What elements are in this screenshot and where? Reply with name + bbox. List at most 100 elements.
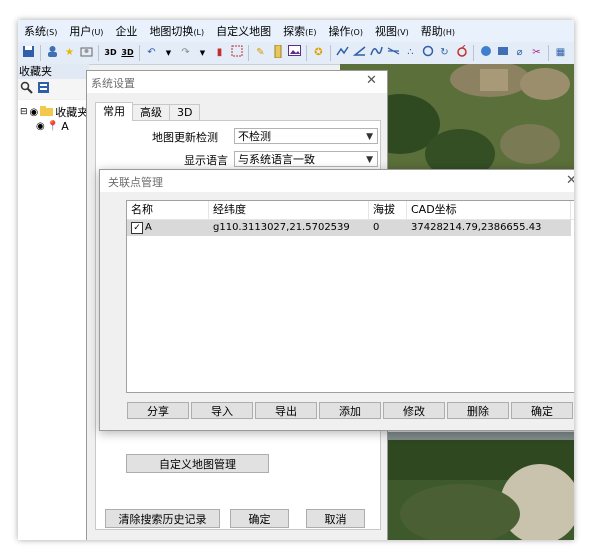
dialog-title: 关联点管理 (108, 176, 163, 189)
toolbar-separator (306, 45, 307, 61)
rotate-icon[interactable]: ↻ (437, 45, 452, 61)
toolbar-separator (330, 45, 331, 61)
star-icon[interactable]: ★ (62, 45, 77, 61)
language-value: 与系统语言一致 (238, 153, 315, 166)
pin-icon: 📍 (46, 121, 60, 132)
tree-root[interactable]: ⊟ ◉ 收藏夹 (20, 104, 88, 120)
select-rect-icon[interactable] (229, 45, 244, 61)
app-window: 系统(S) 用户(U) 企业 地图切换(L) 自定义地图 探索(E) 操作(O)… (18, 20, 574, 540)
map-update-label: 地图更新检测 (152, 131, 218, 144)
close-icon[interactable]: ✕ (566, 173, 574, 188)
favorites-panel-tools (18, 79, 90, 99)
column-name[interactable]: 名称 (127, 201, 209, 219)
chart-icon[interactable]: ▦ (553, 45, 568, 61)
group-icon[interactable] (79, 45, 94, 61)
folder-icon (40, 105, 54, 119)
list-header: 名称 经纬度 海拔 CAD坐标 (127, 201, 574, 220)
column-cad[interactable]: CAD坐标 (407, 201, 571, 219)
row-checkbox[interactable]: ✓ (131, 222, 143, 234)
delete-icon[interactable]: ▮ (212, 45, 227, 61)
menu-explore[interactable]: 探索(E) (277, 23, 322, 39)
chevron-down-icon: ▼ (366, 132, 373, 142)
polyline-icon[interactable] (335, 45, 350, 61)
menu-operation[interactable]: 操作(O) (322, 23, 369, 39)
toolbar-separator (40, 45, 41, 61)
system-settings-titlebar: 系统设置 ✕ (87, 71, 387, 93)
image-icon[interactable] (287, 45, 302, 61)
menu-system[interactable]: 系统(S) (18, 23, 63, 39)
search-icon[interactable] (20, 81, 33, 97)
row-cad: 37428214.79,2386655.43 (411, 222, 542, 233)
tree-item-label: A (61, 120, 69, 133)
menu-map-switch[interactable]: 地图切换(L) (143, 23, 210, 39)
toolbar-separator (248, 45, 249, 61)
layers-icon[interactable] (37, 81, 50, 97)
eye-icon[interactable]: ◉ (36, 121, 45, 132)
map-update-value: 不检测 (238, 130, 271, 143)
language-select[interactable]: 与系统语言一致 ▼ (234, 151, 378, 167)
edit-button[interactable]: 修改 (383, 402, 445, 419)
user-icon[interactable] (45, 45, 60, 61)
toolbar: ★ 3D 3D ↶ ▼ ↷ ▼ ▮ ✎ ✪ ∴ ↻ ⌀ ✂ ▦ (18, 42, 574, 65)
clear-history-button[interactable]: 清除搜索历史记录 (105, 509, 220, 528)
circle-icon[interactable] (420, 45, 435, 61)
confirm-button[interactable]: 确定 (511, 402, 573, 419)
add-button[interactable]: 添加 (319, 402, 381, 419)
pencil-icon[interactable]: ✎ (253, 45, 268, 61)
tree-item[interactable]: ◉ 📍 A (36, 120, 69, 133)
tree-root-label: 收藏夹 (55, 106, 89, 119)
custom-map-manage-button[interactable]: 自定义地图管理 (126, 454, 269, 473)
menu-view[interactable]: 视图(V) (369, 23, 415, 39)
language-label: 显示语言 (184, 154, 228, 167)
tab-3d[interactable]: 3D (169, 104, 201, 121)
menu-help[interactable]: 帮助(H) (415, 23, 461, 39)
menu-user[interactable]: 用户(U) (63, 23, 109, 39)
marker-icon[interactable]: ✪ (311, 45, 326, 61)
eye-icon[interactable]: ◉ (30, 107, 39, 118)
favorites-tree: ⊟ ◉ 收藏夹 ◉ 📍 A (18, 100, 88, 540)
3d-layers-icon[interactable]: 3D (120, 45, 135, 61)
globe-icon[interactable] (478, 45, 493, 61)
menu-custom-map[interactable]: 自定义地图 (210, 23, 277, 39)
column-altitude[interactable]: 海拔 (369, 201, 407, 219)
related-points-titlebar: 关联点管理 ✕ (100, 170, 574, 192)
measure-icon[interactable] (386, 45, 401, 61)
curve-icon[interactable] (369, 45, 384, 61)
angle-icon[interactable] (352, 45, 367, 61)
toolbar-separator (548, 45, 549, 61)
row-altitude: 0 (373, 222, 380, 233)
map-update-select[interactable]: 不检测 ▼ (234, 128, 378, 144)
points-icon[interactable]: ∴ (403, 45, 418, 61)
cancel-button[interactable]: 取消 (306, 509, 365, 528)
column-latlng[interactable]: 经纬度 (209, 201, 369, 219)
scissors-icon[interactable]: ✂ (529, 45, 544, 61)
ruler-icon[interactable] (270, 44, 285, 61)
table-row[interactable]: ✓ A g110.3113027,21.5702539 0 37428214.7… (127, 220, 571, 236)
ok-button[interactable]: 确定 (230, 509, 289, 528)
save-icon[interactable] (21, 45, 36, 61)
related-points-dialog: 关联点管理 ✕ 名称 经纬度 海拔 CAD坐标 ✓ A g110.3113027… (99, 169, 574, 431)
chevron-down-icon[interactable]: ▼ (161, 45, 176, 61)
tab-general[interactable]: 常用 (95, 102, 133, 121)
share-button[interactable]: 分享 (127, 402, 189, 419)
favorites-panel-title: 收藏夹 (18, 64, 89, 79)
collapse-icon[interactable]: ⊟ (20, 107, 28, 117)
menu-bar: 系统(S) 用户(U) 企业 地图切换(L) 自定义地图 探索(E) 操作(O)… (18, 20, 574, 42)
layer-icon[interactable] (495, 45, 510, 61)
toolbar-separator (139, 45, 140, 61)
chevron-down-icon[interactable]: ▼ (195, 45, 210, 61)
delete-button[interactable]: 删除 (447, 402, 509, 419)
close-icon[interactable]: ✕ (366, 73, 377, 88)
export-button[interactable]: 导出 (255, 402, 317, 419)
import-button[interactable]: 导入 (191, 402, 253, 419)
undo-icon[interactable]: ↶ (144, 45, 159, 61)
row-name: A (145, 222, 152, 233)
3d-icon[interactable]: 3D (103, 45, 118, 61)
related-points-list[interactable]: 名称 经纬度 海拔 CAD坐标 ✓ A g110.3113027,21.5702… (126, 200, 574, 393)
row-latlng: g110.3113027,21.5702539 (213, 222, 350, 233)
menu-enterprise[interactable]: 企业 (109, 23, 143, 39)
shape-icon[interactable] (454, 44, 469, 61)
eraser-icon[interactable]: ⌀ (512, 45, 527, 61)
tab-advanced[interactable]: 高级 (132, 104, 170, 121)
redo-icon[interactable]: ↷ (178, 45, 193, 61)
